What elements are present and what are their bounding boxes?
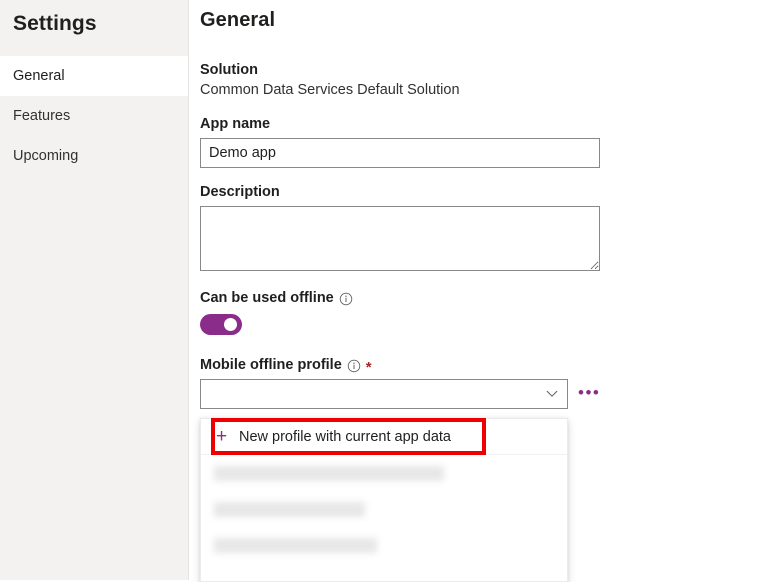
dropdown-option-label: Sample Sales Scenario	[214, 502, 365, 517]
description-label-text: Description	[200, 184, 280, 200]
mobile-offline-profile-dropdown: + New profile with current app data Fiel…	[200, 418, 568, 582]
mobile-offline-profile-combobox[interactable]	[200, 379, 568, 409]
sidebar-item-label: General	[13, 68, 65, 84]
dropdown-option-label: Sample Service Scenario	[214, 538, 377, 553]
sidebar-item-label: Features	[13, 108, 70, 124]
solution-value: Common Data Services Default Solution	[200, 82, 765, 98]
description-field: Description	[200, 184, 765, 271]
sidebar-item-upcoming[interactable]: Upcoming	[0, 136, 188, 176]
new-profile-with-current-app-data-option[interactable]: + New profile with current app data	[201, 419, 567, 455]
sidebar-item-general[interactable]: General	[0, 56, 188, 96]
sidebar-nav: General Features Upcoming	[0, 56, 188, 176]
app-name-label: App name	[200, 116, 765, 132]
can-be-used-offline-field: Can be used offline	[200, 290, 765, 340]
plus-icon: +	[214, 427, 229, 446]
sidebar-item-features[interactable]: Features	[0, 96, 188, 136]
app-name-field: App name	[200, 116, 765, 168]
sidebar-item-label: Upcoming	[13, 148, 78, 164]
mobile-offline-profile-label-text: Mobile offline profile	[200, 357, 342, 373]
dropdown-option-sample-sales-scenario[interactable]: Sample Sales Scenario	[201, 491, 567, 527]
more-options-ellipsis-icon[interactable]: •••	[578, 384, 600, 401]
required-asterisk: *	[366, 360, 372, 375]
can-be-used-offline-label-text: Can be used offline	[200, 290, 334, 306]
can-be-used-offline-toggle[interactable]	[200, 314, 242, 335]
sidebar: Settings General Features Upcoming	[0, 0, 189, 580]
mobile-offline-profile-label: Mobile offline profile *	[200, 357, 765, 373]
info-circle-icon[interactable]	[339, 292, 353, 306]
main-content: General Solution Common Data Services De…	[189, 0, 765, 580]
info-circle-icon[interactable]	[347, 359, 361, 373]
app-name-label-text: App name	[200, 116, 270, 132]
mobile-offline-profile-field: Mobile offline profile *	[200, 357, 765, 409]
description-label: Description	[200, 184, 765, 200]
app-name-input[interactable]	[200, 138, 600, 168]
solution-label: Solution	[200, 62, 765, 78]
dropdown-panel-spacer	[201, 563, 567, 581]
solution-field: Solution Common Data Services Default So…	[200, 62, 765, 98]
sidebar-title: Settings	[0, 0, 188, 36]
dropdown-option-sample-service-scenario[interactable]: Sample Service Scenario	[201, 527, 567, 563]
can-be-used-offline-label: Can be used offline	[200, 290, 765, 306]
new-profile-option-label: New profile with current app data	[239, 429, 451, 445]
settings-page: Settings General Features Upcoming Gener…	[0, 0, 765, 580]
mobile-offline-profile-combo-row: •••	[200, 379, 765, 409]
toggle-knob	[224, 318, 237, 331]
chevron-down-icon	[545, 387, 559, 401]
description-textarea[interactable]	[200, 206, 600, 271]
dropdown-option-label: Field Service Mobile - Offline Profile	[214, 466, 444, 481]
solution-label-text: Solution	[200, 62, 258, 78]
page-title: General	[200, 9, 765, 32]
dropdown-option-field-service-mobile[interactable]: Field Service Mobile - Offline Profile	[201, 455, 567, 491]
